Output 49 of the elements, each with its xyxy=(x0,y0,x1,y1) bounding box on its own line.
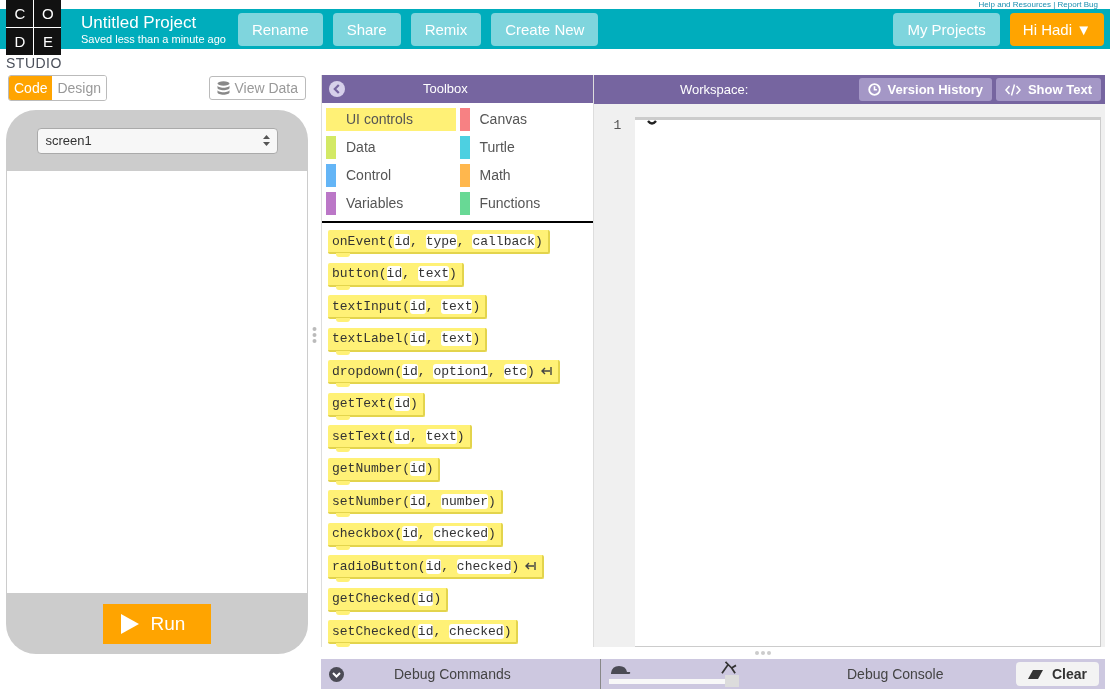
play-icon xyxy=(120,613,139,634)
slider-thumb[interactable] xyxy=(724,675,739,687)
help-links[interactable]: Help and Resources | Report Bug xyxy=(978,0,1098,9)
updown-icon xyxy=(262,135,270,146)
code-block[interactable]: setChecked(id, checked) xyxy=(328,620,519,644)
project-title: Untitled Project xyxy=(81,13,198,33)
clock-icon xyxy=(867,83,881,96)
code-block[interactable]: radioButton(id, checked) xyxy=(328,555,545,579)
code-block[interactable]: dropdown(id, option1, etc) xyxy=(328,360,560,384)
database-icon xyxy=(217,81,231,95)
code-block[interactable]: getChecked(id) xyxy=(328,587,449,612)
logo-tile: E xyxy=(34,28,62,55)
drag-handle-icon[interactable] xyxy=(312,326,317,344)
code-block[interactable]: setNumber(id, number) xyxy=(328,490,503,514)
code-block[interactable]: setText(id, text) xyxy=(328,425,472,449)
clear-button[interactable]: Clear xyxy=(1015,662,1099,686)
code-block[interactable]: textInput(id, text) xyxy=(328,295,488,319)
code-icon xyxy=(1004,83,1021,96)
expand-arrow-icon[interactable] xyxy=(525,561,538,571)
debug-commands-label: Debug Commands xyxy=(394,666,511,682)
eraser-icon xyxy=(1027,668,1044,680)
category-item[interactable]: Data xyxy=(326,135,456,159)
logo-tile: D xyxy=(6,28,34,55)
cursor-icon xyxy=(647,120,657,126)
category-item[interactable]: UI controls xyxy=(326,107,456,131)
toolbox-title: Toolbox xyxy=(423,81,468,97)
collapse-left-icon[interactable] xyxy=(329,80,345,97)
debug-console-label: Debug Console xyxy=(847,666,944,682)
turtle-icon xyxy=(609,665,631,675)
category-item[interactable]: Variables xyxy=(326,191,456,215)
code-block[interactable]: button(id, text) xyxy=(328,262,464,287)
logo-tile: C xyxy=(6,0,34,27)
code-block[interactable]: getText(id) xyxy=(328,392,425,417)
workspace-title: Workspace: xyxy=(680,82,749,97)
category-item[interactable]: Control xyxy=(326,163,456,187)
resize-handle-icon[interactable] xyxy=(754,650,772,656)
code-block[interactable]: textLabel(id, text) xyxy=(328,327,488,352)
code-block[interactable]: checkbox(id, checked) xyxy=(328,522,503,547)
code-editor[interactable]: 1 xyxy=(594,104,1105,647)
code-block[interactable]: onEvent(id, type, callback) xyxy=(328,230,550,254)
save-status: Saved less than a minute ago xyxy=(81,33,226,45)
logo-caption: STUDIO xyxy=(6,55,62,71)
speed-slider[interactable] xyxy=(609,675,737,687)
expand-down-icon[interactable] xyxy=(329,666,344,682)
logo-tile: O xyxy=(34,0,62,27)
line-number: 1 xyxy=(613,118,622,133)
expand-arrow-icon[interactable] xyxy=(540,366,553,376)
code-block[interactable]: getNumber(id) xyxy=(328,457,441,482)
screen-dropdown[interactable]: screen1 xyxy=(36,127,278,154)
